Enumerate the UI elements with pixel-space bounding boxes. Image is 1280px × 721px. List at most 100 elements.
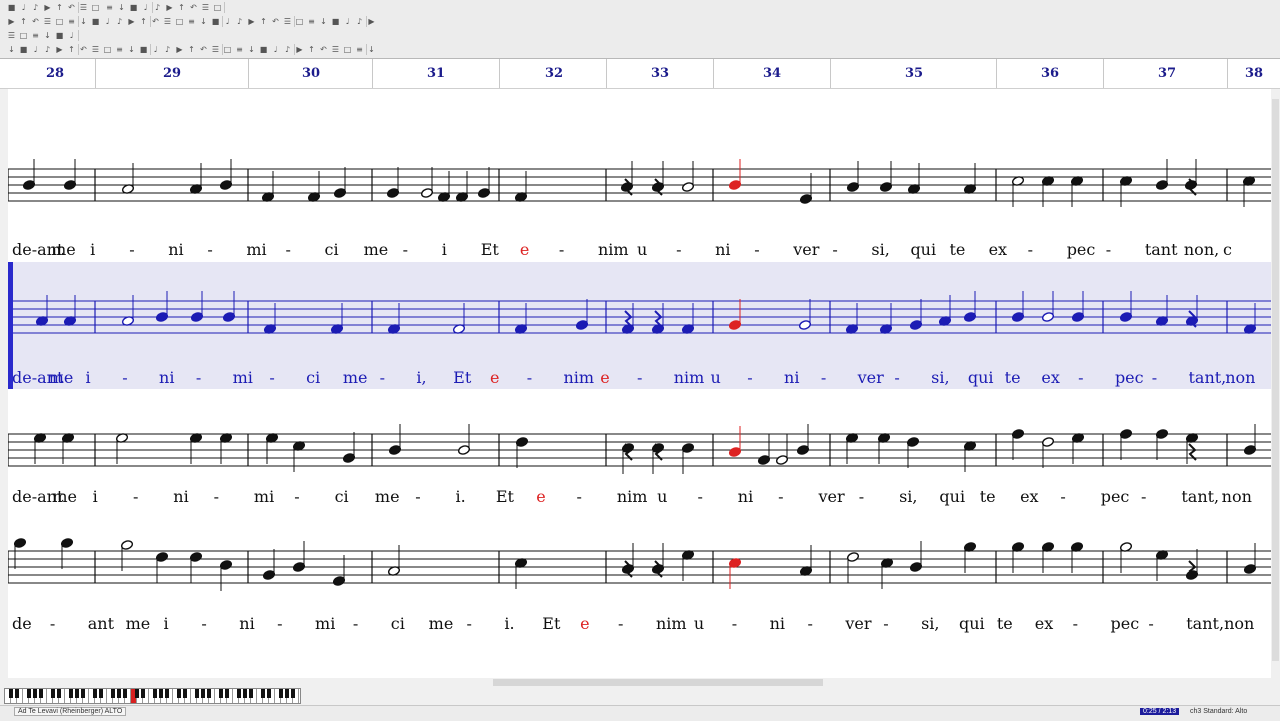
note-icon[interactable]: ↓ [366,44,377,55]
note-icon[interactable]: □ [18,30,29,41]
save-icon[interactable]: ■ [258,44,269,55]
open-icon[interactable]: ↶ [66,2,77,13]
print-icon[interactable]: □ [294,16,305,27]
zoom-in-icon[interactable]: ↑ [306,44,317,55]
note-icon[interactable]: ▶ [42,2,53,13]
rest-icon[interactable]: ☰ [200,2,211,13]
eraser-icon[interactable]: ♪ [30,2,41,13]
rest-icon[interactable]: ≡ [30,30,41,41]
cursor-icon[interactable]: ↑ [186,44,197,55]
undo-icon[interactable]: ↑ [18,16,29,27]
rest-icon[interactable]: ↑ [258,16,269,27]
pencil-icon[interactable]: ♩ [222,16,233,27]
cursor-icon[interactable]: ♪ [354,16,365,27]
measure-number[interactable]: 37 [1158,66,1176,81]
measure-number[interactable]: 32 [545,66,563,81]
zoom-in-icon[interactable]: ☰ [42,16,53,27]
measure-number[interactable]: 35 [905,66,923,81]
measure-number[interactable]: 36 [1041,66,1059,81]
note-icon[interactable]: ▶ [246,16,257,27]
zoom-out-icon[interactable]: ▶ [174,44,185,55]
note-icon[interactable]: □ [222,44,233,55]
measure-number[interactable]: 33 [651,66,669,81]
undo-icon[interactable]: ≡ [104,2,115,13]
cursor-icon[interactable]: ■ [6,2,17,13]
pencil-icon[interactable]: ▶ [164,2,175,13]
redo-icon[interactable]: ↶ [30,16,41,27]
vertical-scroll-thumb[interactable] [1272,99,1279,661]
rest-icon[interactable]: ≡ [234,44,245,55]
measure-number[interactable]: 34 [763,66,781,81]
redo-icon[interactable]: ↓ [116,2,127,13]
open-icon[interactable]: ↓ [42,30,53,41]
redo-icon[interactable]: ↓ [6,44,17,55]
zoom-out-icon[interactable]: ♩ [30,44,41,55]
zoom-out-icon[interactable]: ♩ [342,16,353,27]
staff-4[interactable]: de - ant me i - ni - mi - ci me - i. Et e - nim u - ni - ver - s… [8,538,1271,633]
eraser-icon[interactable]: ☰ [210,44,221,55]
eraser-icon[interactable]: ↑ [176,2,187,13]
print-icon[interactable]: ♩ [270,44,281,55]
cursor-icon[interactable]: ♪ [42,44,53,55]
staff-3[interactable]: de-antme i - ni - mi - ci me - i. Et e - nim u - ni - ver - s… [8,424,1271,506]
print-icon[interactable]: ↓ [126,44,137,55]
print-icon[interactable]: ♩ [66,30,77,41]
open-icon[interactable]: ↶ [270,16,281,27]
eraser-icon[interactable]: ♪ [234,16,245,27]
save-icon[interactable]: ↑ [138,16,149,27]
pencil-icon[interactable]: ▶ [366,16,377,27]
status-file[interactable]: Ad Te Levavi (Rheinberger) ALTO [14,707,127,716]
undo-icon[interactable]: ☰ [162,16,173,27]
zoom-in-icon[interactable]: ≡ [186,16,197,27]
eraser-icon[interactable]: ■ [90,16,101,27]
open-icon[interactable]: ↓ [246,44,257,55]
redo-icon[interactable]: ♩ [150,44,161,55]
pencil-icon[interactable]: ♩ [18,2,29,13]
staff-1[interactable]: de-antme i - ni - mi - ci me - i Et e - nim u - ni - ver - si… [8,159,1271,259]
print-icon[interactable]: ↶ [150,16,161,27]
pencil-icon[interactable]: ▶ [54,44,65,55]
eraser-icon[interactable]: ↑ [66,44,77,55]
horizontal-scrollbar[interactable] [8,678,1280,687]
open-icon[interactable]: □ [212,2,223,13]
undo-icon[interactable]: ≡ [306,16,317,27]
rest-icon[interactable]: ↑ [54,2,65,13]
measure-number[interactable]: 30 [302,66,320,81]
rest-icon[interactable]: ☰ [90,44,101,55]
vertical-scrollbar[interactable] [1271,89,1280,678]
note-icon[interactable]: ↶ [78,44,89,55]
note-icon[interactable]: ♩ [102,16,113,27]
eraser-icon[interactable]: ☰ [6,30,17,41]
piano-keyboard[interactable] [4,688,301,704]
measure-number[interactable]: 28 [46,66,64,81]
cursor-icon[interactable]: ☰ [330,44,341,55]
pencil-icon[interactable]: ↓ [78,16,89,27]
redo-icon[interactable]: ▶ [294,44,305,55]
zoom-out-icon[interactable]: ↓ [198,16,209,27]
piano-white-key[interactable] [293,689,299,703]
measure-number[interactable]: 29 [163,66,181,81]
open-icon[interactable]: ▶ [126,16,137,27]
zoom-in-icon[interactable]: ■ [128,2,139,13]
zoom-out-icon[interactable]: □ [54,16,65,27]
zoom-in-icon[interactable]: ♪ [162,44,173,55]
measure-number[interactable]: 31 [427,66,445,81]
cursor-icon[interactable]: ■ [210,16,221,27]
horizontal-scroll-thumb[interactable] [493,679,823,686]
eraser-icon[interactable]: ≡ [354,44,365,55]
print-icon[interactable]: □ [90,2,101,13]
print-icon[interactable]: ▶ [6,16,17,27]
save-icon[interactable]: ■ [54,30,65,41]
zoom-in-icon[interactable]: ■ [18,44,29,55]
pencil-icon[interactable]: ↶ [198,44,209,55]
redo-icon[interactable]: ↓ [318,16,329,27]
undo-icon[interactable]: ♪ [282,44,293,55]
save-icon[interactable]: ☰ [282,16,293,27]
pencil-icon[interactable]: □ [342,44,353,55]
open-icon[interactable]: □ [102,44,113,55]
zoom-out-icon[interactable]: ↶ [318,44,329,55]
undo-icon[interactable]: ■ [138,44,149,55]
cursor-icon[interactable]: ≡ [66,16,77,27]
note-icon[interactable]: ↶ [188,2,199,13]
save-icon[interactable]: ≡ [114,44,125,55]
